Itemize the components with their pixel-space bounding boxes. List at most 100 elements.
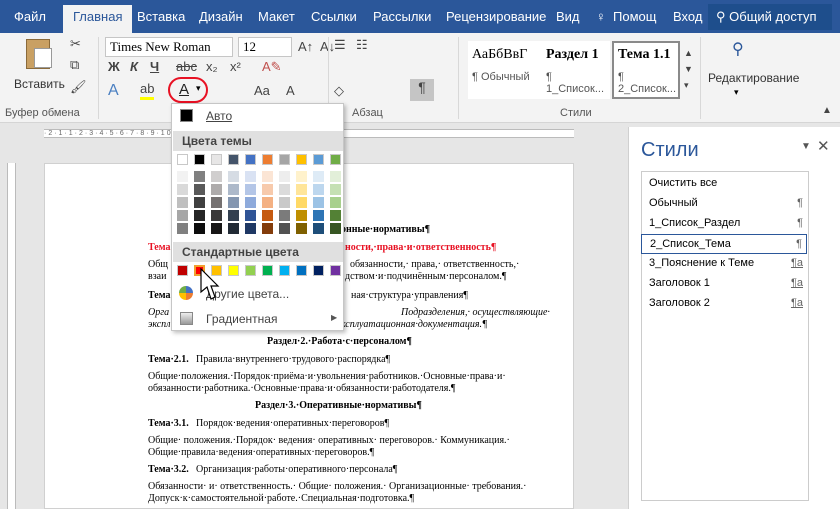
tab-mailings[interactable]: Рассылки <box>373 9 431 24</box>
font-size-aa-icon[interactable]: Aa <box>254 83 270 99</box>
color-swatch[interactable] <box>194 154 205 165</box>
color-swatch[interactable] <box>228 184 239 195</box>
numbering-icon[interactable]: ☷ <box>356 37 368 53</box>
more-colors-item[interactable]: Другие цвета... <box>173 284 343 306</box>
color-swatch[interactable] <box>211 171 222 182</box>
format-painter-icon[interactable]: 🖌 <box>70 79 87 95</box>
color-swatch[interactable] <box>279 223 290 234</box>
color-swatch[interactable] <box>313 223 324 234</box>
color-swatch[interactable] <box>296 184 307 195</box>
color-swatch[interactable] <box>296 210 307 221</box>
tab-layout[interactable]: Макет <box>258 9 295 24</box>
color-swatch[interactable] <box>211 197 222 208</box>
color-swatch[interactable] <box>228 171 239 182</box>
color-swatch[interactable] <box>262 265 273 276</box>
color-swatch[interactable] <box>177 223 188 234</box>
color-swatch[interactable] <box>228 265 239 276</box>
color-swatch[interactable] <box>245 171 256 182</box>
style-list-section[interactable]: Раздел 1 ¶ 1_Список... <box>542 41 610 99</box>
color-swatch[interactable] <box>330 197 341 208</box>
close-icon[interactable]: ✕ <box>817 137 830 155</box>
color-swatch[interactable] <box>279 171 290 182</box>
font-color-button[interactable]: A ▾ <box>168 77 208 103</box>
color-swatch[interactable] <box>330 265 341 276</box>
color-swatch[interactable] <box>245 223 256 234</box>
color-swatch[interactable] <box>279 154 290 165</box>
color-swatch[interactable] <box>296 154 307 165</box>
color-swatch[interactable] <box>194 223 205 234</box>
color-swatch[interactable] <box>330 171 341 182</box>
color-swatch[interactable] <box>211 154 222 165</box>
color-swatch[interactable] <box>245 210 256 221</box>
color-swatch[interactable] <box>245 265 256 276</box>
tab-review[interactable]: Рецензирование <box>446 9 546 24</box>
color-swatch[interactable] <box>313 184 324 195</box>
color-swatch[interactable] <box>262 210 273 221</box>
tab-design[interactable]: Дизайн <box>199 9 243 24</box>
tab-file[interactable]: Файл <box>14 9 46 24</box>
color-swatch[interactable] <box>279 197 290 208</box>
color-swatch[interactable] <box>296 171 307 182</box>
cut-icon[interactable]: ✂ <box>70 36 81 52</box>
color-swatch[interactable] <box>262 184 273 195</box>
color-swatch[interactable] <box>313 171 324 182</box>
styles-scroll-icon[interactable]: ▲ ▼ ▾ <box>684 45 693 93</box>
tab-references[interactable]: Ссылки <box>311 9 357 24</box>
show-marks-button[interactable]: ¶ <box>410 79 434 101</box>
color-swatch[interactable] <box>330 184 341 195</box>
clear-formatting-icon[interactable]: A✎ <box>262 59 282 75</box>
color-swatch[interactable] <box>194 197 205 208</box>
text-effects-icon[interactable]: A <box>108 83 119 99</box>
color-swatch[interactable] <box>279 184 290 195</box>
color-swatch[interactable] <box>279 210 290 221</box>
underline-button[interactable]: Ч <box>150 59 159 75</box>
color-swatch[interactable] <box>330 210 341 221</box>
editing-button[interactable]: ⚲ Редактирование ▾ <box>706 37 799 103</box>
color-swatch[interactable] <box>194 184 205 195</box>
color-swatch[interactable] <box>177 265 188 276</box>
color-swatch[interactable] <box>228 154 239 165</box>
color-swatch[interactable] <box>177 197 188 208</box>
grow-font-icon[interactable]: A↑ <box>298 39 313 55</box>
color-swatch[interactable] <box>177 184 188 195</box>
color-swatch[interactable] <box>245 154 256 165</box>
copy-icon[interactable]: ⧉ <box>70 57 79 73</box>
style-normal[interactable]: АаБбВвГ ¶ Обычный <box>468 41 542 99</box>
strikethrough-icon[interactable]: abc <box>176 59 197 75</box>
color-swatch[interactable] <box>262 154 273 165</box>
color-swatch[interactable] <box>262 223 273 234</box>
vertical-ruler[interactable] <box>0 143 22 509</box>
style-item[interactable]: Заголовок 2 ¶a <box>641 294 807 314</box>
tab-home[interactable]: Главная <box>63 5 133 33</box>
bullets-icon[interactable]: ☰ <box>334 37 346 53</box>
color-swatch[interactable] <box>194 171 205 182</box>
color-swatch[interactable] <box>330 223 341 234</box>
color-swatch[interactable] <box>313 265 324 276</box>
style-item[interactable]: Заголовок 1 ¶a <box>641 274 807 294</box>
style-item[interactable]: 3_Пояснение к Теме ¶a <box>641 254 807 274</box>
collapse-ribbon-icon[interactable]: ▲ <box>822 103 832 119</box>
color-swatch[interactable] <box>228 197 239 208</box>
color-swatch[interactable] <box>296 223 307 234</box>
style-item[interactable]: Очистить все <box>641 174 807 194</box>
gradient-item[interactable]: Градиентная ▶ <box>173 308 343 330</box>
color-swatch[interactable] <box>296 197 307 208</box>
color-swatch[interactable] <box>194 210 205 221</box>
color-swatch[interactable] <box>211 210 222 221</box>
highlight-icon[interactable]: ab <box>140 81 154 100</box>
color-swatch[interactable] <box>313 197 324 208</box>
color-swatch[interactable] <box>228 223 239 234</box>
style-item[interactable]: Обычный ¶ <box>641 194 807 214</box>
tab-tell-me[interactable]: Помощ <box>613 9 656 24</box>
color-swatch[interactable] <box>262 197 273 208</box>
superscript-icon[interactable]: x² <box>230 59 241 75</box>
tab-view[interactable]: Вид <box>556 9 580 24</box>
paste-button[interactable]: Вставить <box>10 37 65 99</box>
pane-options-icon[interactable]: ▼ <box>801 141 811 152</box>
italic-button[interactable]: К <box>130 59 138 75</box>
color-swatch[interactable] <box>313 154 324 165</box>
color-swatch[interactable] <box>262 171 273 182</box>
color-swatch[interactable] <box>245 197 256 208</box>
color-swatch[interactable] <box>245 184 256 195</box>
color-swatch[interactable] <box>330 154 341 165</box>
